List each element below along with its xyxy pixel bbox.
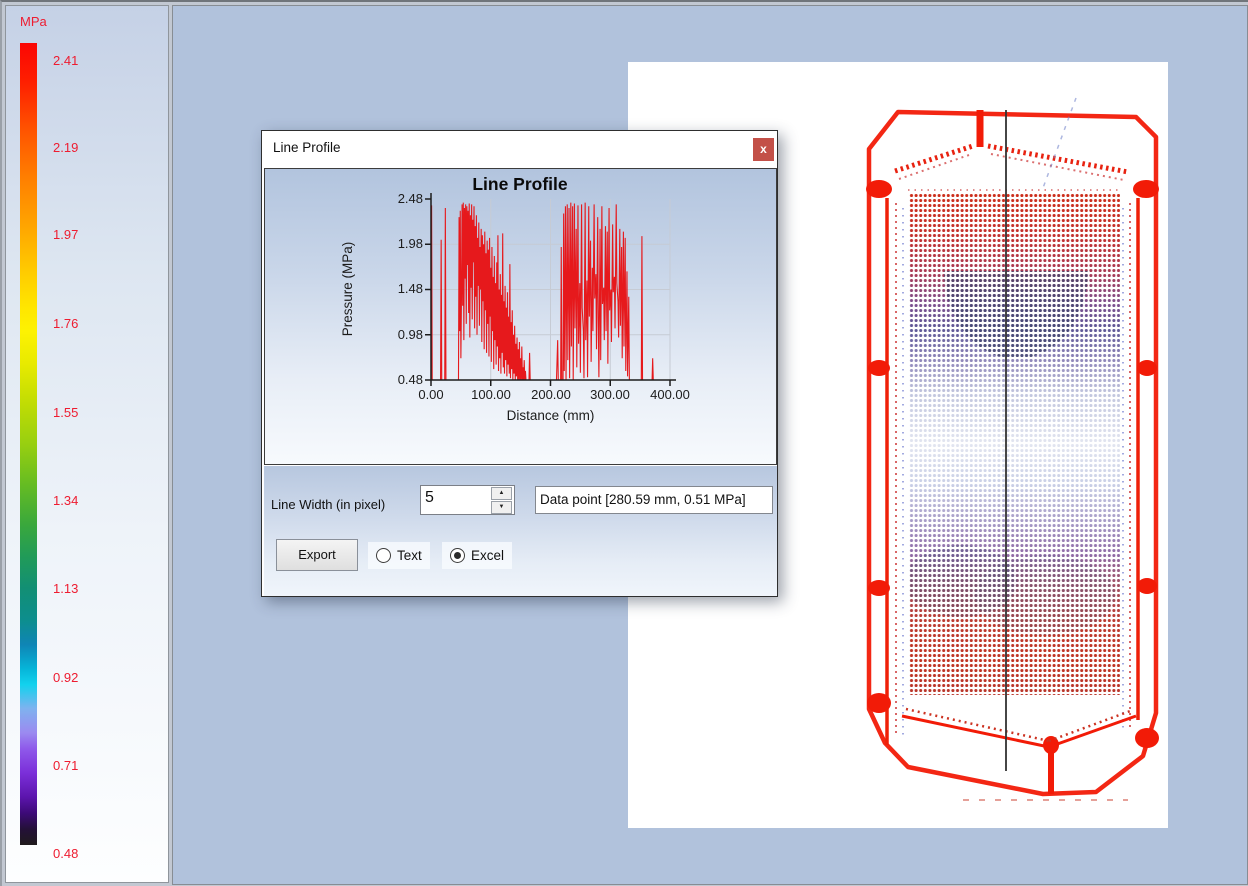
ytick-label: 1.98 xyxy=(381,236,423,252)
xtick-label: 300.00 xyxy=(582,387,638,402)
ytick-label: 0.48 xyxy=(381,372,423,388)
dialog-controls: Line Width (in pixel) 5 ▲ ▼ Data point [… xyxy=(264,466,777,596)
scale-tick-label: 1.76 xyxy=(53,315,101,332)
ytick-label: 2.48 xyxy=(381,191,423,207)
radio-excel-label: Excel xyxy=(471,548,504,563)
bottom-chevron-dots-left xyxy=(906,709,1049,741)
ytick-label: 1.48 xyxy=(381,281,423,297)
xtick-label: 0.00 xyxy=(403,387,459,402)
scale-tick-label: 2.41 xyxy=(53,52,101,69)
scale-tick-label: 0.48 xyxy=(53,845,101,862)
radio-text-circle xyxy=(376,548,391,563)
app-window: MPa 2.41 2.19 1.97 1.76 1.55 1.34 1.13 0… xyxy=(0,0,1248,886)
pressure-blob-lower-right xyxy=(975,555,1115,635)
radio-selected-dot xyxy=(454,552,461,559)
close-icon[interactable]: x xyxy=(753,138,774,161)
manifold-hatch-left-inner xyxy=(899,155,969,179)
color-scale-gradient-bar xyxy=(20,43,37,845)
y-axis-title: Pressure (MPa) xyxy=(340,219,356,359)
scale-tick-label: 0.71 xyxy=(53,757,101,774)
chart-title: Line Profile xyxy=(420,174,620,195)
scale-tick-label: 1.97 xyxy=(53,226,101,243)
radio-text[interactable]: Text xyxy=(368,542,430,569)
dialog-title: Line Profile xyxy=(273,140,341,155)
line-profile-dialog: Line Profile x Line Profile xyxy=(261,130,778,597)
manifold-hatch-right xyxy=(988,146,1128,172)
dialog-titlebar[interactable]: Line Profile x xyxy=(262,131,777,166)
bottom-chevron-dots-right xyxy=(1049,710,1133,741)
color-scale-panel: MPa 2.41 2.19 1.97 1.76 1.55 1.34 1.13 0… xyxy=(5,5,169,883)
ytick-label: 0.98 xyxy=(381,327,423,343)
color-scale-unit-label: MPa xyxy=(20,14,47,29)
scale-tick-label: 2.19 xyxy=(53,139,101,156)
bottom-chevron-right xyxy=(1049,716,1136,747)
radio-excel-circle xyxy=(450,548,465,563)
radio-excel[interactable]: Excel xyxy=(442,542,512,569)
bottom-chevron-left xyxy=(902,716,1049,747)
xtick-label: 200.00 xyxy=(523,387,579,402)
xtick-label: 400.00 xyxy=(642,387,698,402)
radio-text-label: Text xyxy=(397,548,422,563)
line-width-value: 5 xyxy=(425,489,434,507)
data-point-readout[interactable]: Data point [280.59 mm, 0.51 MPa] xyxy=(535,486,773,514)
manifold-hatch-right-inner xyxy=(991,154,1124,180)
spinner-up-icon[interactable]: ▲ xyxy=(491,487,512,500)
scale-tick-label: 1.55 xyxy=(53,404,101,421)
scale-tick-label: 1.34 xyxy=(53,492,101,509)
scale-tick-label: 0.92 xyxy=(53,669,101,686)
stray-mark xyxy=(1043,98,1076,188)
x-axis-title: Distance (mm) xyxy=(480,408,621,423)
line-width-spinner[interactable]: 5 ▲ ▼ xyxy=(420,485,515,515)
line-width-label: Line Width (in pixel) xyxy=(271,497,385,512)
line-profile-plot xyxy=(431,199,670,380)
scale-tick-label: 1.13 xyxy=(53,580,101,597)
profile-data-series xyxy=(431,203,663,380)
export-button[interactable]: Export xyxy=(276,539,358,571)
xtick-label: 100.00 xyxy=(463,387,519,402)
spinner-down-icon[interactable]: ▼ xyxy=(491,501,512,514)
